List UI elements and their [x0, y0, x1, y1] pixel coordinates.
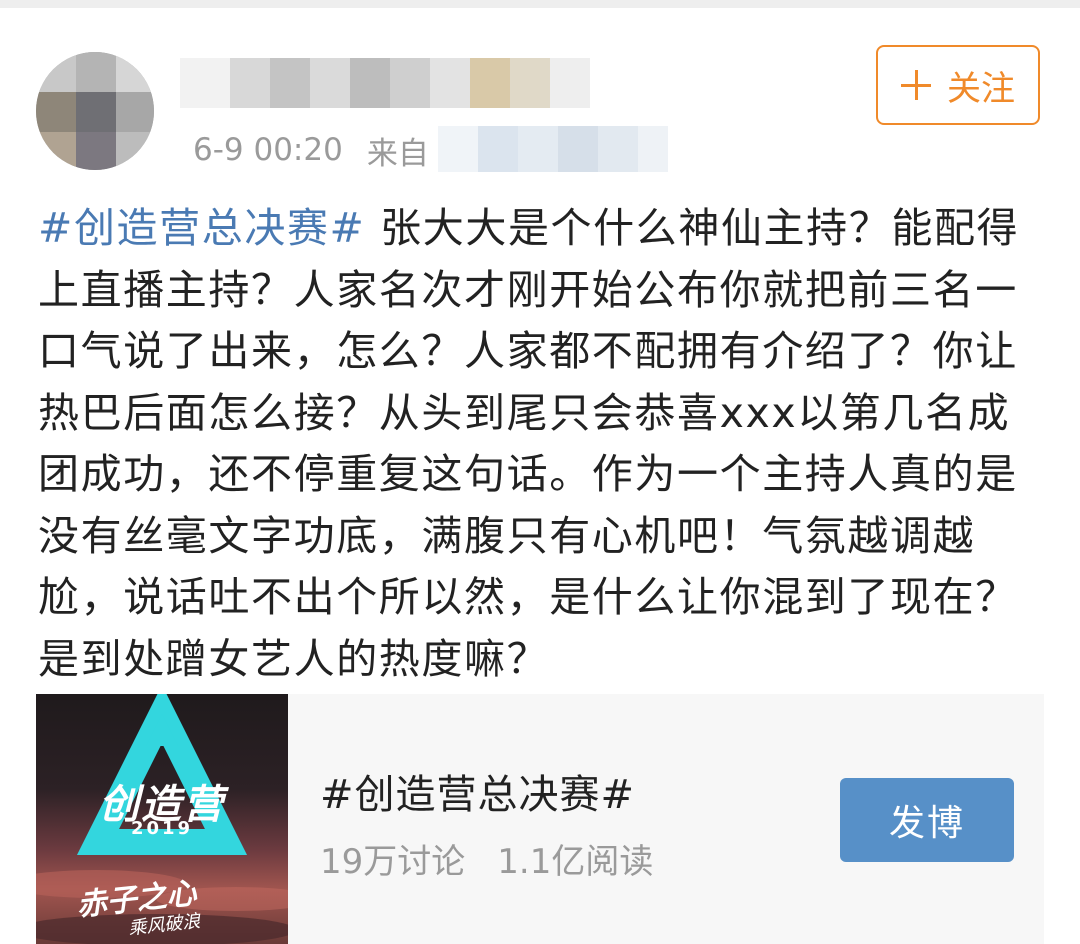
post-body-text: 张大大是个什么神仙主持？能配得上直播主持？人家名次才刚开始公布你就把前三名一口气…: [38, 204, 1020, 683]
plus-icon: [901, 70, 931, 100]
top-divider: [0, 0, 1080, 8]
topic-title[interactable]: #创造营总决赛#: [320, 762, 635, 820]
thumb-year: 2019: [130, 818, 194, 839]
follow-button[interactable]: 关注: [876, 45, 1040, 125]
author-avatar[interactable]: [36, 52, 154, 170]
author-name[interactable]: [180, 58, 610, 108]
topic-thumbnail[interactable]: 创造营 2019 赤子之心 乘风破浪: [36, 694, 288, 944]
post-meta: 6-9 00:20 来自: [193, 128, 429, 172]
topic-discussions: 19万讨论: [320, 842, 466, 882]
source-prefix: 来自: [366, 135, 429, 172]
topic-card[interactable]: 创造营 2019 赤子之心 乘风破浪 #创造营总决赛# 19万讨论 1.1亿阅读 …: [36, 694, 1044, 944]
follow-label: 关注: [947, 68, 1015, 109]
weibo-post: 6-9 00:20 来自 关注 #创造营总决赛# 张大大是个什么神仙主持？能配得…: [0, 0, 1080, 944]
topic-reads: 1.1亿阅读: [497, 842, 654, 882]
topic-stats: 19万讨论 1.1亿阅读: [320, 834, 653, 883]
post-body: #创造营总决赛# 张大大是个什么神仙主持？能配得上直播主持？人家名次才刚开始公布…: [38, 198, 1038, 690]
post-source[interactable]: [438, 126, 668, 172]
hashtag-link[interactable]: #创造营总决赛#: [38, 204, 366, 252]
post-time: 6-9 00:20: [193, 132, 343, 168]
post-weibo-button[interactable]: 发博: [840, 778, 1014, 862]
